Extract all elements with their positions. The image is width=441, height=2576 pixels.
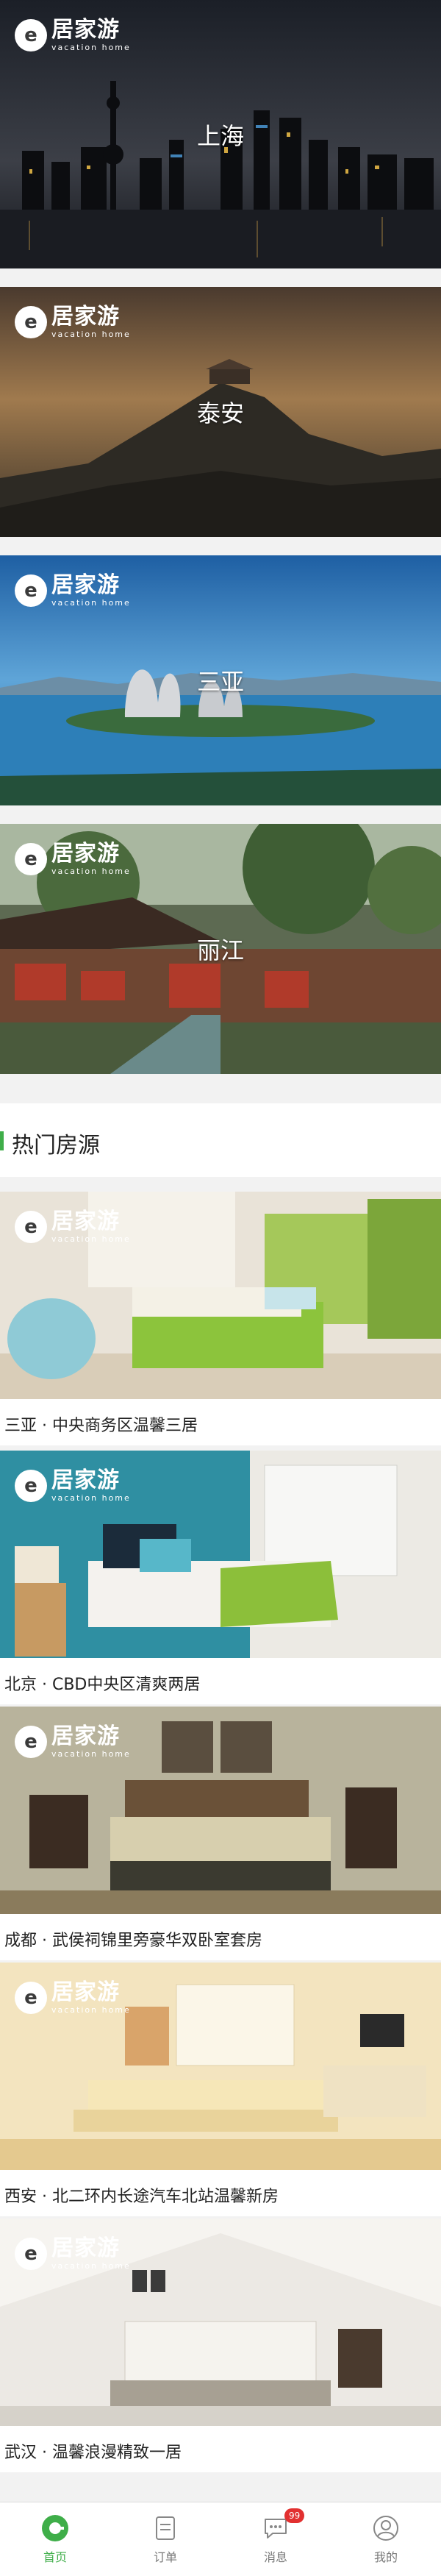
tab-orders[interactable]: 订单 — [110, 2502, 220, 2576]
city-name: 三亚 — [196, 668, 244, 696]
brand-logo: e 居家游 vacation home — [15, 1982, 131, 2014]
brand-logo: e 居家游 vacation home — [15, 843, 131, 875]
listing-caption: 成都 · 武侯祠锦里旁豪华双卧室套房 — [4, 1932, 262, 1950]
logo-mark-icon: e — [15, 1470, 47, 1502]
brand-tagline: vacation home — [51, 1234, 131, 1244]
city-name: 丽江 — [196, 936, 244, 964]
tab-home[interactable]: 首页 — [0, 2502, 110, 2576]
brand-tagline: vacation home — [51, 867, 131, 876]
brand-logo: e 居家游 vacation home — [15, 574, 131, 607]
hot-listings-header: 热门房源 — [0, 1103, 441, 1177]
brand-name: 居家游 — [51, 304, 120, 330]
logo-mark-icon: e — [15, 306, 47, 338]
logo-mark-icon: e — [15, 1982, 47, 2014]
brand-tagline: vacation home — [51, 2261, 131, 2271]
brand-logo: e 居家游 vacation home — [15, 1470, 131, 1502]
unread-badge: 99 — [284, 2508, 305, 2523]
listing-caption: 北京 · CBD中央区清爽两居 — [4, 1676, 201, 1694]
brand-tagline: vacation home — [51, 1493, 131, 1503]
tab-label: 我的 — [373, 2550, 398, 2564]
listing-card[interactable]: e 居家游 vacation home 武汉 · 温馨浪漫精致一居 — [0, 2219, 441, 2472]
brand-tagline: vacation home — [51, 2005, 131, 2015]
brand-logo: e 居家游 vacation home — [15, 1211, 131, 1243]
city-banner-lijiang[interactable]: e 居家游 vacation home 丽江 — [0, 824, 441, 1074]
home-icon — [40, 2513, 70, 2543]
listing-card[interactable]: e 居家游 vacation home 西安 · 北二环内长途汽车北站温馨新房 — [0, 1963, 441, 2216]
brand-logo: e 居家游 vacation home — [15, 19, 131, 51]
logo-mark-icon: e — [15, 843, 47, 875]
tab-label: 订单 — [153, 2550, 177, 2564]
city-banner-sanya[interactable]: e 居家游 vacation home 三亚 — [0, 555, 441, 805]
brand-logo: e 居家游 vacation home — [15, 1726, 131, 1758]
profile-icon — [371, 2513, 401, 2543]
brand-name: 居家游 — [51, 1467, 120, 1493]
listing-card[interactable]: e 居家游 vacation home 三亚 · 中央商务区温馨三居 — [0, 1192, 441, 1445]
listing-card[interactable]: e 居家游 vacation home 北京 · CBD中央区清爽两居 — [0, 1451, 441, 1704]
brand-name: 居家游 — [51, 1723, 120, 1749]
logo-mark-icon: e — [15, 2238, 47, 2270]
listing-caption: 西安 · 北二环内长途汽车北站温馨新房 — [4, 2188, 279, 2206]
brand-tagline: vacation home — [51, 1749, 131, 1759]
brand-tagline: vacation home — [51, 330, 131, 339]
listing-card[interactable]: e 居家游 vacation home 成都 · 武侯祠锦里旁豪华双卧室套房 — [0, 1707, 441, 1960]
brand-name: 居家游 — [51, 841, 120, 867]
listing-caption: 三亚 · 中央商务区温馨三居 — [4, 1417, 198, 1435]
tab-messages[interactable]: 消息 99 — [220, 2502, 331, 2576]
brand-name: 居家游 — [51, 1979, 120, 2005]
tab-label: 消息 — [263, 2550, 287, 2564]
listing-caption: 武汉 · 温馨浪漫精致一居 — [4, 2444, 182, 2462]
brand-name: 居家游 — [51, 572, 120, 598]
logo-mark-icon: e — [15, 19, 47, 51]
tab-label: 首页 — [43, 2550, 67, 2564]
bottom-tab-bar: 首页 订单 消息 99 我的 — [0, 2502, 441, 2576]
city-name: 泰安 — [196, 399, 244, 427]
logo-mark-icon: e — [15, 1726, 47, 1758]
brand-logo: e 居家游 vacation home — [15, 306, 131, 338]
logo-mark-icon: e — [15, 1211, 47, 1243]
order-icon — [151, 2513, 180, 2543]
city-banner-taian[interactable]: e 居家游 vacation home 泰安 — [0, 287, 441, 537]
section-title: 热门房源 — [12, 1133, 100, 1159]
tab-profile[interactable]: 我的 — [331, 2502, 441, 2576]
brand-logo: e 居家游 vacation home — [15, 2238, 131, 2270]
brand-name: 居家游 — [51, 17, 120, 43]
city-name: 上海 — [196, 121, 244, 150]
brand-name: 居家游 — [51, 1209, 120, 1234]
brand-tagline: vacation home — [51, 43, 131, 52]
brand-tagline: vacation home — [51, 598, 131, 608]
brand-name: 居家游 — [51, 2235, 120, 2261]
logo-mark-icon: e — [15, 574, 47, 607]
city-banner-shanghai[interactable]: e 居家游 vacation home 上海 — [0, 0, 441, 268]
section-accent-bar — [0, 1131, 4, 1150]
